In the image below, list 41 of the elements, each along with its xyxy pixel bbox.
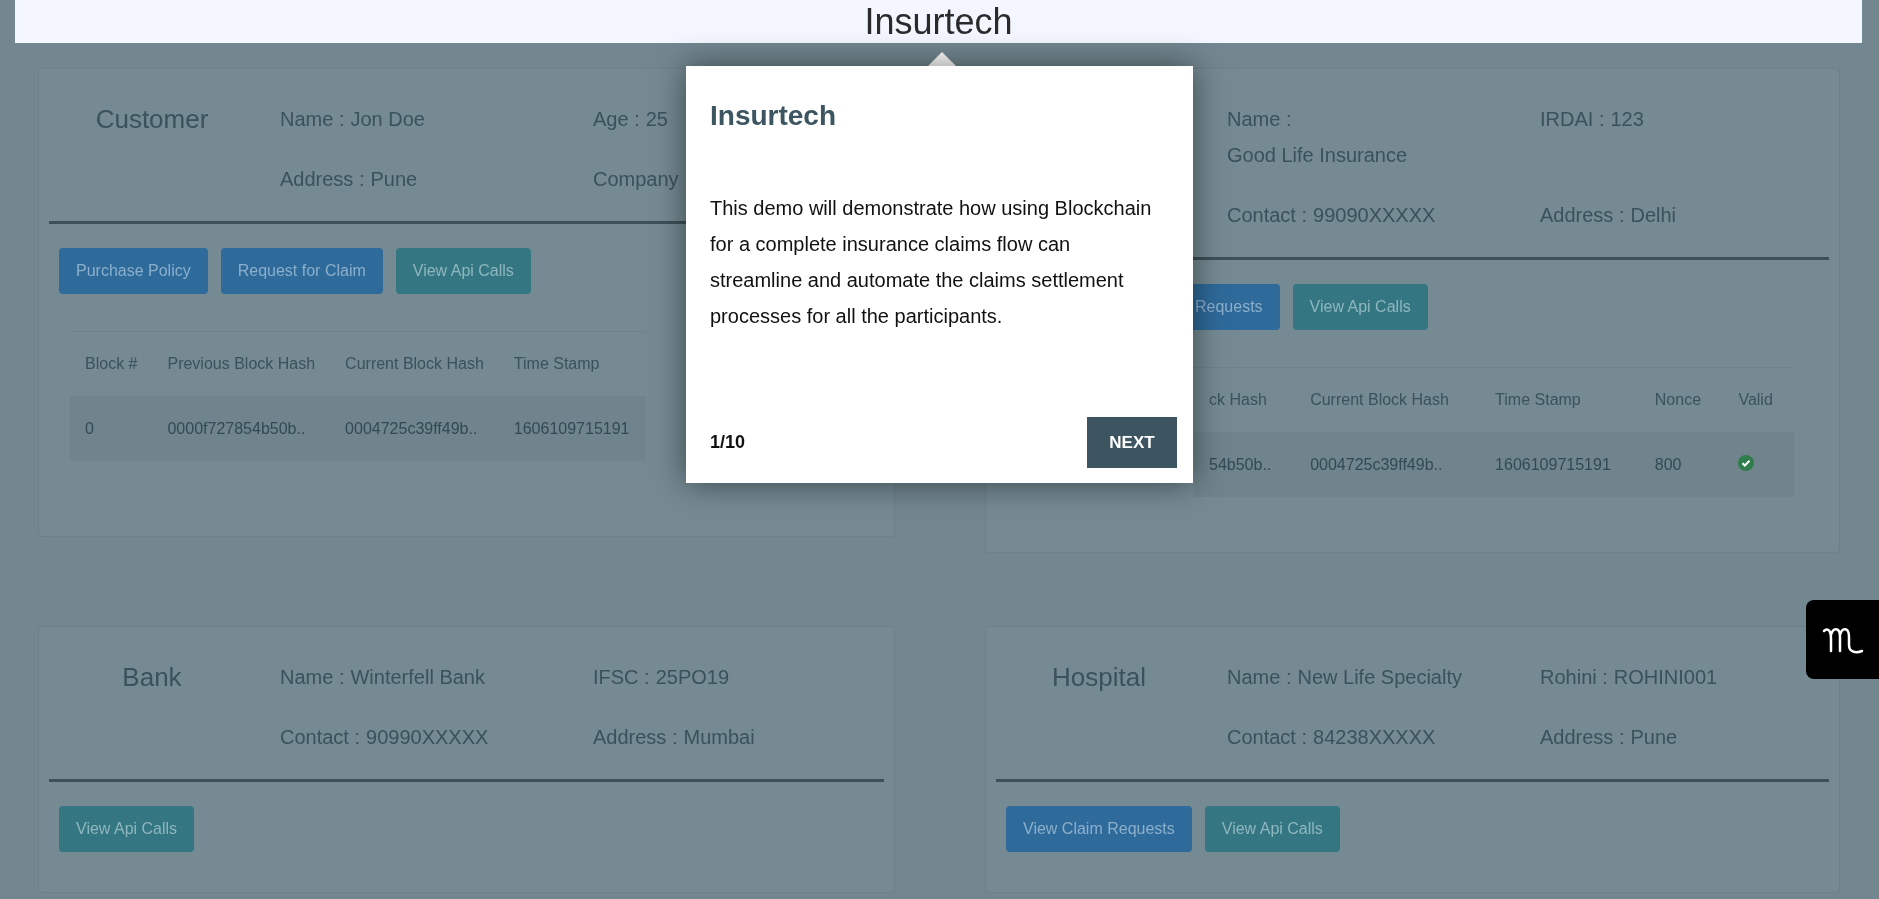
popup-text: This demo will demonstrate how using Blockchain for a complete insurance claims flow can streamline and automate the claims settlement processes for all the participants. — [710, 196, 1153, 329]
card-title: Customer — [95, 103, 209, 136]
info-field: IRDAI : 123 — [1540, 101, 1644, 173]
info-field: Contact : 99090XXXXX — [1227, 197, 1436, 233]
check-circle-icon — [1738, 454, 1755, 471]
popup-title: Insurtech — [710, 100, 838, 132]
info-field: Age : 25 — [593, 101, 668, 137]
info-field: Contact : 84238XXXXX — [1227, 719, 1436, 755]
info-field: Address : Pune — [280, 161, 418, 197]
action-button[interactable]: View Api Calls — [59, 806, 195, 852]
card-title: Bank — [122, 661, 182, 694]
info-field: Name : New Life Specialty — [1227, 659, 1462, 695]
table-cell: 1606109715191 — [498, 396, 645, 461]
info-field: Address : Delhi — [1540, 197, 1677, 233]
action-button[interactable]: View Claim Requests — [1006, 806, 1192, 852]
info-field: Rohini : ROHINI001 — [1540, 659, 1718, 695]
info-field: Name : Winterfell Bank — [280, 659, 485, 695]
action-button[interactable]: Request for Claim — [220, 248, 383, 294]
info-field: Contact : 90990XXXXX — [280, 719, 489, 755]
floating-widget-button[interactable] — [1806, 600, 1879, 679]
card-title: Hospital — [1052, 661, 1146, 694]
table-cell: 800 — [1639, 432, 1724, 497]
action-button[interactable]: View Api Calls — [395, 248, 531, 294]
action-button[interactable]: View Api Calls — [1204, 806, 1340, 852]
table-cell: 0000f727854b50b.. — [152, 396, 331, 461]
action-button[interactable]: Purchase Policy — [59, 248, 208, 294]
table-cell: 0004725c39ff49b.. — [1295, 432, 1481, 497]
step-counter: 1/10 — [710, 432, 746, 453]
action-button[interactable]: View Api Calls — [1292, 284, 1428, 330]
info-field: Company — [593, 161, 679, 197]
page-title: Insurtech — [864, 0, 1013, 43]
info-field: Name : Good Life Insurance — [1227, 101, 1408, 173]
table-cell: 0004725c39ff49b.. — [330, 396, 499, 461]
table-cell: 54b50b.. — [1194, 432, 1296, 497]
info-field: Address : Mumbai — [593, 719, 755, 755]
info-field: IFSC : 25PO19 — [593, 659, 730, 695]
next-button[interactable]: NEXT — [1087, 417, 1177, 468]
info-field: Name : Jon Doe — [280, 101, 425, 137]
info-field: Address : Pune — [1540, 719, 1678, 755]
table-cell: 0 — [70, 396, 153, 461]
table-cell: 1606109715191 — [1480, 432, 1640, 497]
